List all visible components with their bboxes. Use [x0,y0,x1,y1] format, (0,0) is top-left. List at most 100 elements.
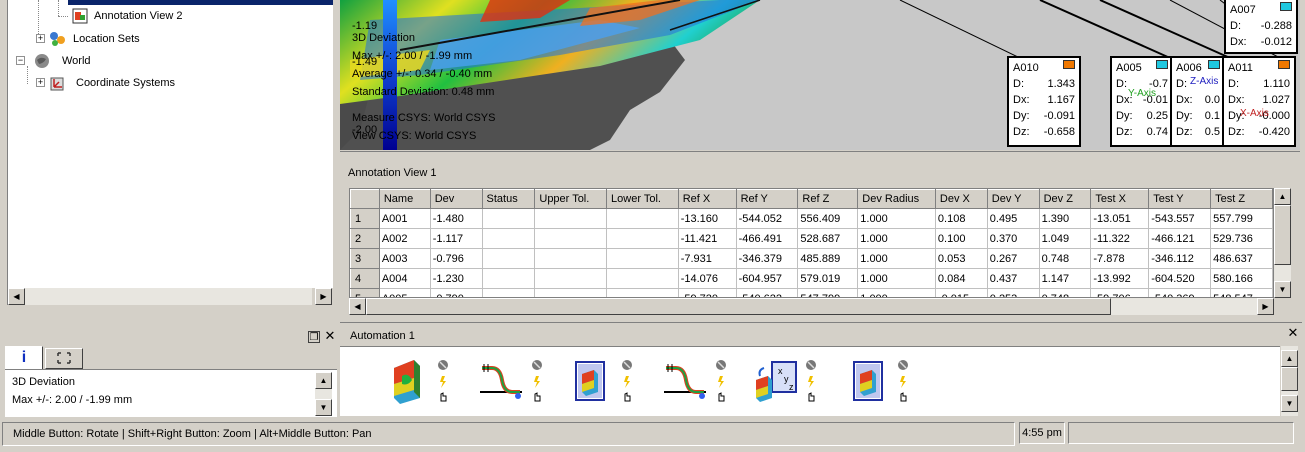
table-cell[interactable]: 0.084 [935,268,988,289]
table-cell[interactable] [606,288,679,297]
table-cell[interactable]: -11.322 [1090,228,1150,249]
callout-a007[interactable]: A007 D: -0.288 Dx: -0.012 [1224,0,1298,54]
table-row[interactable]: 2 A002 -1.117 -11.421 -466.491 528.687 1.000 0.… [350,228,1273,249]
table-cell[interactable]: -0.796 [430,248,483,269]
callout-a005[interactable]: A005 D: -0.7 Dx: -0.01 Dy: 0.25 Dz: 0.74 [1110,56,1174,147]
table-cell[interactable]: -1.117 [430,228,483,249]
table-cell[interactable]: 0.437 [987,268,1040,289]
collapse-icon[interactable]: − [16,56,25,65]
row-header[interactable]: 5 [350,288,380,297]
deviation-color-map-button[interactable] [390,358,434,408]
table-cell[interactable]: -59.706 [1090,288,1150,297]
column-header[interactable]: Status [481,189,536,209]
table-cell[interactable] [534,228,608,249]
table-cell[interactable] [534,248,608,269]
scroll-down-icon[interactable]: ▼ [315,399,332,416]
grid-horizontal-scrollbar[interactable]: ◀ ▶ [349,298,1274,315]
table-cell[interactable] [534,208,608,229]
expand-icon[interactable]: + [36,78,45,87]
table-cell[interactable]: 1.000 [857,248,936,269]
table-cell[interactable]: 486.637 [1210,248,1273,269]
column-header[interactable]: Test Z [1210,189,1273,209]
column-header[interactable]: Name [378,189,431,209]
table-cell[interactable]: -543.557 [1148,208,1212,229]
info-vertical-scrollbar[interactable]: ▲ ▼ [315,372,332,416]
table-cell[interactable]: A003 [379,248,431,269]
table-cell[interactable]: -1.480 [430,208,483,229]
table-cell[interactable]: 0.495 [987,208,1040,229]
table-cell[interactable]: 579.019 [797,268,859,289]
annotation-table[interactable]: Name Dev Status Upper Tol. Lower Tol. Re… [350,189,1273,297]
table-cell[interactable]: -7.931 [678,248,737,269]
scroll-thumb[interactable] [1281,367,1298,391]
table-cell[interactable]: 1.000 [857,228,936,249]
column-header[interactable]: Upper Tol. [534,189,608,209]
tree-item-annotation-view-2[interactable]: Annotation View 2 [66,7,306,25]
scroll-up-icon[interactable]: ▲ [1281,350,1298,367]
row-header[interactable]: 3 [350,248,380,269]
callout-a010[interactable]: A010 D: 1.343 Dx: 1.167 Dy: -0.091 Dz: -0.65… [1007,56,1081,147]
scroll-up-icon[interactable]: ▲ [315,372,332,389]
tree-item-coordinate-systems[interactable]: + Coordinate Systems [34,74,294,92]
table-cell[interactable]: -604.957 [736,268,799,289]
column-header[interactable]: Ref Z [797,189,859,209]
table-cell[interactable]: -13.992 [1090,268,1150,289]
annotation-grid[interactable]: Name Dev Status Upper Tol. Lower Tol. Re… [349,188,1274,298]
column-header[interactable]: Dev [429,189,483,209]
table-cell[interactable]: -0.790 [430,288,483,297]
corner-header[interactable] [350,189,380,209]
table-cell[interactable]: A005 [379,288,431,297]
table-cell[interactable]: -14.076 [678,268,737,289]
table-cell[interactable]: -13.160 [678,208,737,229]
table-cell[interactable]: -346.112 [1148,248,1212,269]
table-cell[interactable]: 547.799 [797,288,859,297]
column-header[interactable]: Dev Radius [857,189,936,209]
table-cell[interactable] [482,288,536,297]
scroll-down-icon[interactable]: ▼ [1281,395,1298,412]
table-cell[interactable]: 548.547 [1210,288,1273,297]
tab-fullscreen[interactable] [45,348,83,369]
splitter[interactable] [338,151,1300,156]
tree-item-world[interactable]: − World [14,52,274,70]
table-cell[interactable] [606,228,679,249]
table-cell[interactable] [534,268,608,289]
report-document-button[interactable] [574,358,618,408]
close-icon[interactable]: ✕ [323,329,337,343]
scroll-right-icon[interactable]: ▶ [315,288,332,305]
restore-icon[interactable]: ❐ [308,331,320,343]
table-cell[interactable] [482,228,536,249]
table-row[interactable]: 3 A003 -0.796 -7.931 -346.379 485.889 1.000 0.0… [350,248,1273,269]
row-header[interactable]: 1 [350,208,380,229]
table-cell[interactable]: 0.108 [935,208,988,229]
table-cell[interactable]: -540.622 [736,288,799,297]
table-cell[interactable]: 0.100 [935,228,988,249]
table-cell[interactable] [482,268,536,289]
scroll-up-icon[interactable]: ▲ [1274,188,1291,205]
scroll-down-icon[interactable]: ▼ [1274,281,1291,298]
table-cell[interactable]: 0.267 [987,248,1040,269]
column-header[interactable]: Ref X [677,189,737,209]
table-cell[interactable]: A001 [379,208,431,229]
table-cell[interactable] [482,248,536,269]
column-header[interactable]: Test X [1090,189,1150,209]
table-cell[interactable]: -346.379 [736,248,799,269]
table-cell[interactable]: 1.390 [1039,208,1092,229]
table-cell[interactable]: 1.147 [1039,268,1092,289]
table-cell[interactable]: -466.121 [1148,228,1212,249]
align-xyz-button[interactable]: xyz [754,358,798,408]
column-header[interactable]: Test Y [1148,189,1212,209]
tree-item-location-sets[interactable]: + Location Sets [34,30,294,48]
column-header[interactable]: Lower Tol. [606,189,679,209]
table-cell[interactable]: 1.000 [857,208,936,229]
column-header[interactable]: Ref Y [735,189,799,209]
table-cell[interactable]: -7.878 [1090,248,1150,269]
table-cell[interactable]: 556.409 [797,208,859,229]
callout-a011[interactable]: A011 D: 1.110 Dx: 1.027 Dy: -0.000 Dz: -0.42… [1222,56,1296,147]
table-cell[interactable]: A004 [379,268,431,289]
table-cell[interactable]: -604.520 [1148,268,1212,289]
row-header[interactable]: 2 [350,228,380,249]
table-cell[interactable]: 0.748 [1039,248,1092,269]
scroll-right-icon[interactable]: ▶ [1257,298,1274,315]
column-header[interactable]: Dev Z [1038,189,1092,209]
table-cell[interactable] [534,288,608,297]
